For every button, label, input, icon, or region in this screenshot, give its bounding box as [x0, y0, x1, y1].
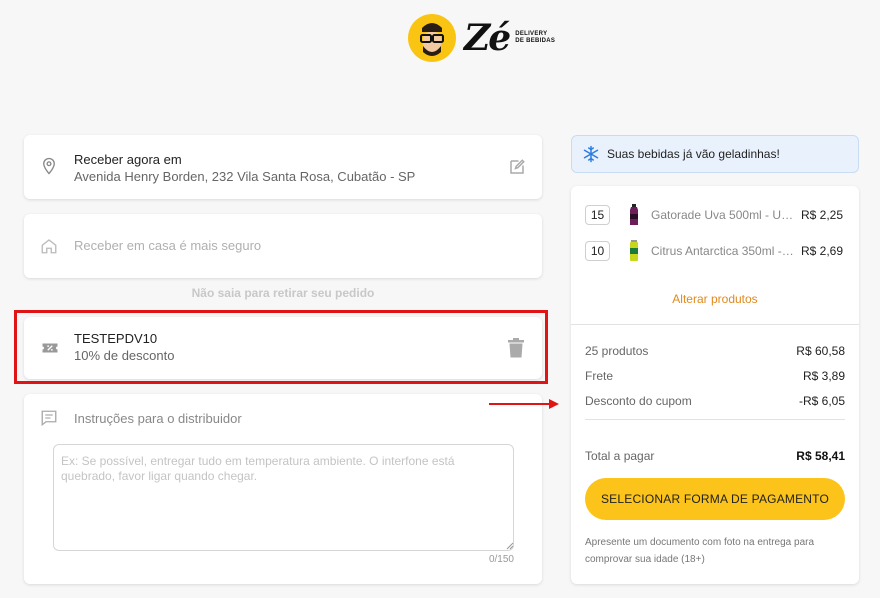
coupon-description: 10% de desconto [74, 348, 175, 363]
cold-banner-text: Suas bebidas já vão geladinhas! [607, 147, 780, 161]
address-value: Avenida Henry Borden, 232 Vila Santa Ros… [74, 169, 416, 184]
summary-total-row: Total a pagar R$ 58,41 [585, 449, 845, 463]
select-payment-button[interactable]: SELECIONAR FORMA DE PAGAMENTO [585, 478, 845, 520]
brand-tagline: DELIVERY DE BEBIDAS [515, 31, 555, 45]
discount-label: Desconto do cupom [585, 394, 692, 408]
tagline-line2: DE BEBIDAS [515, 38, 556, 44]
summary-discount-row: Desconto do cupom -R$ 6,05 [585, 394, 845, 408]
trash-icon[interactable] [508, 338, 524, 358]
snowflake-icon [583, 145, 599, 163]
message-icon [41, 410, 57, 427]
arrow-annotation-icon [489, 399, 559, 409]
summary-products-row: 25 produtos R$ 60,58 [585, 344, 845, 358]
address-title: Receber agora em [74, 152, 182, 167]
item-quantity[interactable]: 15 [585, 205, 610, 225]
item-quantity[interactable]: 10 [585, 241, 610, 261]
item-price: R$ 2,25 [801, 208, 844, 222]
order-summary-card: 15 Gatorade Uva 500ml - Unidade R$ 2,25 … [571, 186, 859, 584]
divider [585, 419, 845, 420]
item-name: Citrus Antarctica 350ml - Lata [651, 244, 795, 258]
location-pin-icon [43, 157, 55, 175]
mascot-logo-icon [408, 14, 456, 62]
item-name: Gatorade Uva 500ml - Unidade [651, 208, 795, 222]
brand-wordmark: Zé DELIVERY DE BEBIDAS [464, 20, 555, 56]
delivery-address-card: Receber agora em Avenida Henry Borden, 2… [24, 135, 542, 199]
coupon-card: TESTEPDV10 10% de desconto [24, 317, 542, 379]
discount-value: -R$ 6,05 [798, 394, 845, 408]
gatorade-bottle-icon [630, 204, 638, 225]
products-value: R$ 60,58 [796, 344, 845, 358]
age-verification-note: Apresente um documento com foto na entre… [585, 537, 815, 565]
char-counter: 0/150 [488, 554, 514, 565]
home-icon [41, 239, 57, 254]
tagline-line1: DELIVERY [515, 31, 548, 37]
summary-shipping-row: Frete R$ 3,89 [585, 369, 845, 383]
cart-item: 10 Citrus Antarctica 350ml - Lata R$ 2,6… [585, 240, 847, 261]
total-label: Total a pagar [585, 449, 655, 463]
citrus-can-icon [630, 240, 638, 261]
shipping-value: R$ 3,89 [802, 369, 845, 383]
instructions-card: Instruções para o distribuidor 0/150 [24, 394, 542, 584]
edit-icon[interactable] [508, 158, 526, 176]
alter-products-link[interactable]: Alterar produtos [571, 292, 859, 306]
coupon-icon [42, 343, 58, 353]
home-delivery-card[interactable]: Receber em casa é mais seguro [24, 214, 542, 278]
instructions-textarea[interactable] [53, 444, 514, 551]
item-price: R$ 2,69 [801, 244, 844, 258]
divider [571, 324, 859, 325]
brand-logo[interactable]: Zé DELIVERY DE BEBIDAS [408, 14, 555, 62]
coupon-code: TESTEPDV10 [74, 331, 158, 346]
pickup-note: Não saia para retirar seu pedido [191, 286, 375, 300]
instructions-title: Instruções para o distribuidor [74, 411, 242, 426]
total-value: R$ 58,41 [796, 449, 845, 463]
shipping-label: Frete [585, 369, 614, 383]
resize-grip-icon[interactable] [506, 542, 514, 550]
cart-item: 15 Gatorade Uva 500ml - Unidade R$ 2,25 [585, 204, 847, 225]
brand-name: Zé [464, 17, 511, 59]
cold-drinks-banner: Suas bebidas já vão geladinhas! [571, 135, 859, 173]
products-label: 25 produtos [585, 344, 649, 358]
home-delivery-label: Receber em casa é mais seguro [74, 238, 262, 253]
